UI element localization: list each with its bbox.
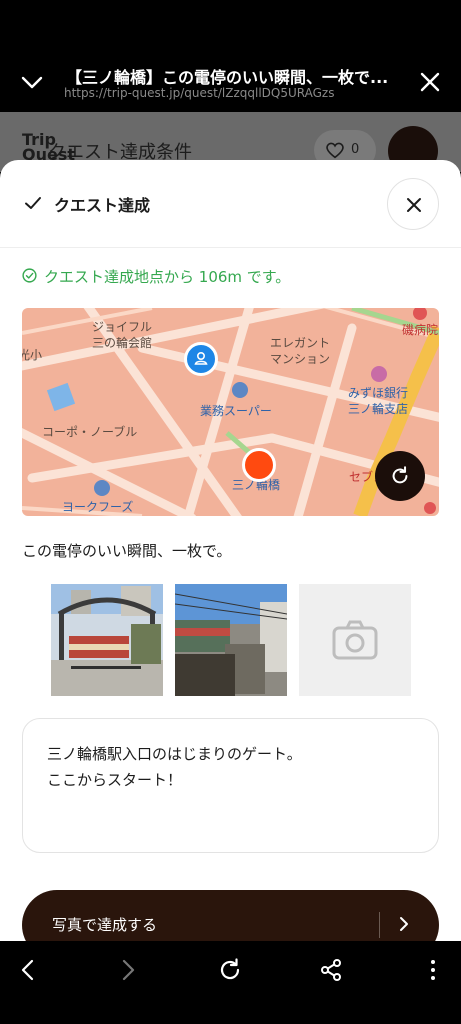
sheet-header: クエスト達成 — [0, 160, 461, 248]
map-label-yorkfoods: ヨークフーズ — [62, 500, 134, 514]
location-map[interactable]: ジョイフル 三の輪会館 エレガント マンション みずほ銀行 三ノ輪支店 業務スー… — [22, 308, 439, 516]
browser-title: 【三ノ輪橋】この電停のいい瞬間、一枚で... — [66, 68, 389, 87]
map-label-elegant: エレガント — [270, 336, 331, 350]
refresh-icon — [392, 466, 408, 484]
more-vertical-icon[interactable] — [418, 955, 448, 985]
map-label-koko: 光小 — [22, 348, 43, 362]
map-label-elegant-2: マンション — [270, 352, 331, 366]
map-label-corpo: コーポ・ノーブル — [42, 425, 138, 439]
comment-line: ここからスタート！ — [47, 771, 183, 789]
divider — [379, 912, 380, 938]
target-location-pin — [242, 448, 276, 482]
map-label-gyomu: 業務スーパー — [200, 404, 272, 418]
check-icon — [24, 194, 42, 212]
quest-description: この電停のいい瞬間、一枚で。 — [22, 542, 232, 560]
map-label-jyoiful-2: 三の輪会館 — [92, 336, 153, 350]
comment-line: 三ノ輪橋駅入口のはじまりのゲート。 — [47, 745, 302, 763]
close-icon — [407, 198, 421, 212]
browser-url: https://trip-quest.jp/quest/lZzqqllDQ5UR… — [64, 86, 335, 100]
map-label-mizuho-2: 三ノ輪支店 — [348, 402, 409, 416]
submit-label: 写真で達成する — [52, 916, 158, 934]
quest-complete-sheet: クエスト達成 クエスト達成地点から 106m です。 ジョイフル 三の輪会館 エ… — [0, 160, 461, 941]
back-arrow-icon[interactable] — [14, 955, 44, 985]
close-icon[interactable] — [418, 70, 442, 94]
favorite-count: 0 — [351, 142, 360, 157]
chevron-down-icon[interactable] — [20, 70, 44, 94]
map-label-hospital: 磯病院 — [402, 323, 439, 337]
map-refresh-button[interactable] — [375, 451, 425, 501]
comment-textarea[interactable]: 三ノ輪橋駅入口のはじまりのゲート。 ここからスタート！ — [22, 718, 439, 853]
photo-thumbnail[interactable] — [51, 584, 163, 696]
distance-status-text: クエスト達成地点から 106m です。 — [44, 268, 291, 286]
close-sheet-button[interactable] — [387, 178, 439, 230]
sheet-title: クエスト達成 — [54, 196, 151, 215]
chevron-right-icon — [400, 917, 408, 931]
user-location-icon — [184, 342, 218, 376]
share-icon[interactable] — [316, 955, 346, 985]
browser-nav-bar — [0, 941, 461, 1024]
reload-icon[interactable] — [215, 955, 245, 985]
map-label-jyoiful: ジョイフル — [92, 320, 153, 334]
photo-thumbnail[interactable] — [175, 584, 287, 696]
check-circle-icon — [22, 268, 37, 283]
browser-header: 【三ノ輪橋】この電停のいい瞬間、一枚で... https://trip-ques… — [0, 0, 461, 112]
camera-icon — [332, 620, 378, 660]
submit-with-photo-button[interactable]: 写真で達成する — [22, 890, 439, 941]
map-label-mizuho: みずほ銀行 — [348, 386, 409, 400]
add-photo-button[interactable] — [299, 584, 411, 696]
forward-arrow-icon[interactable] — [112, 955, 142, 985]
